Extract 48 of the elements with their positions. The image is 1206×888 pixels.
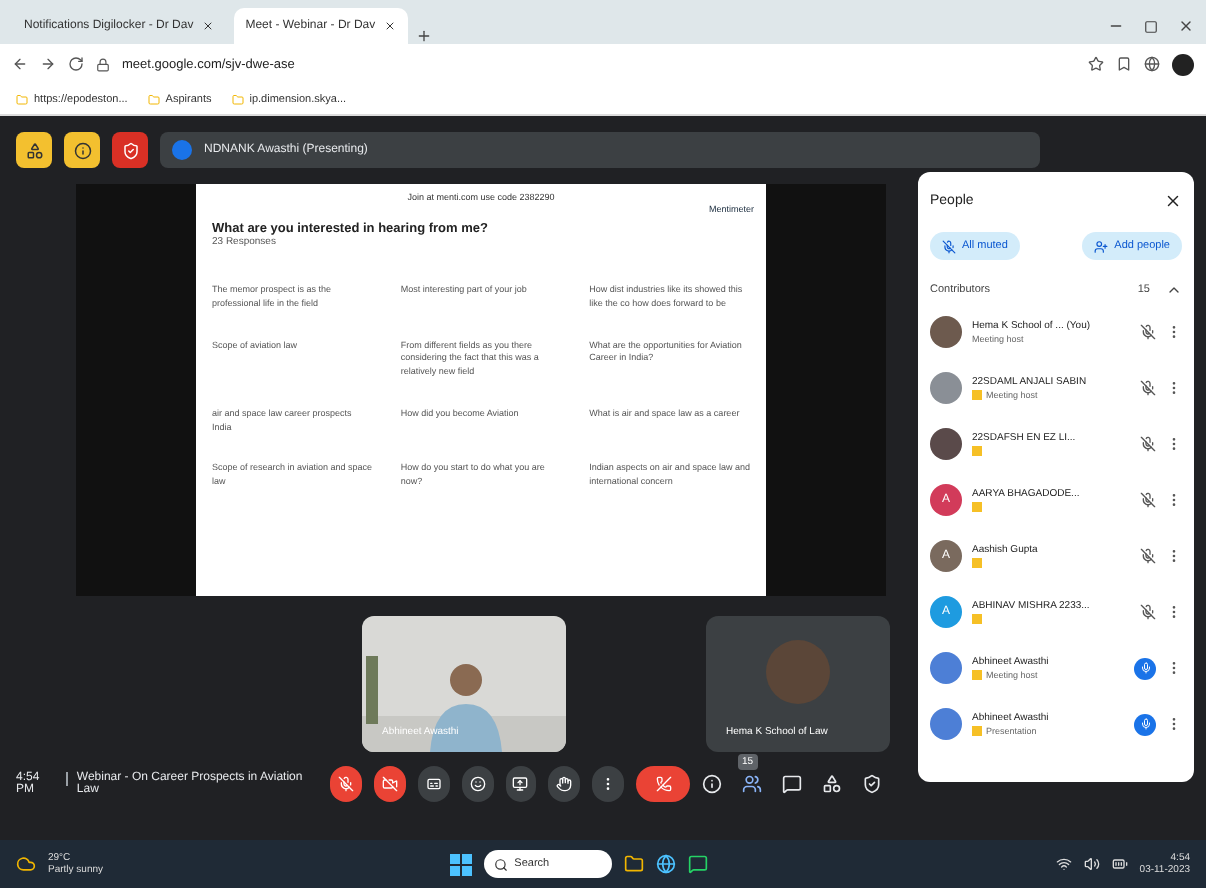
add-person-icon xyxy=(1094,239,1109,253)
browser-icon xyxy=(656,854,677,874)
captions-button[interactable] xyxy=(417,766,450,802)
avatar xyxy=(766,640,830,704)
volume-icon xyxy=(1083,856,1100,872)
close-icon xyxy=(383,20,396,32)
info-icon xyxy=(702,774,722,794)
present-button[interactable] xyxy=(505,766,537,802)
lock-icon xyxy=(96,57,110,71)
hand-icon xyxy=(556,776,573,792)
camera-button[interactable] xyxy=(373,766,406,802)
activities-icon xyxy=(822,774,842,794)
mic-off-icon xyxy=(942,239,956,253)
captions-icon xyxy=(425,776,442,792)
start-icon[interactable] xyxy=(450,853,473,875)
raise-hand-button[interactable] xyxy=(548,766,581,802)
folder-icon xyxy=(231,93,244,105)
search-icon xyxy=(494,857,509,871)
close-icon xyxy=(201,20,214,32)
camera-icon xyxy=(381,776,398,792)
host-controls-icon xyxy=(862,774,882,794)
battery-icon xyxy=(1111,856,1128,872)
present-icon xyxy=(512,776,529,792)
chat-icon xyxy=(782,774,802,794)
forward-icon xyxy=(40,56,56,72)
maximize-icon xyxy=(1144,19,1158,33)
microphone-button[interactable] xyxy=(329,766,362,802)
end-icon xyxy=(655,776,672,792)
leave-call-button[interactable] xyxy=(636,766,690,802)
folder-icon xyxy=(147,93,160,105)
wifi-icon xyxy=(1055,856,1072,872)
close-icon xyxy=(1164,191,1182,209)
folder-icon xyxy=(624,854,645,874)
folder-icon xyxy=(16,93,28,105)
weather-icon xyxy=(16,854,36,874)
back-icon xyxy=(12,56,28,72)
bookmark-icon xyxy=(1116,56,1132,72)
mic-icon xyxy=(337,776,354,792)
people-icon xyxy=(742,774,762,794)
profile-avatar xyxy=(1172,53,1194,75)
reload-icon xyxy=(68,56,84,72)
emoji-icon xyxy=(469,776,486,792)
chat-icon xyxy=(688,854,709,874)
new-tab-icon xyxy=(415,28,432,44)
emoji-button[interactable] xyxy=(461,766,494,802)
close-icon xyxy=(1178,18,1194,34)
star-icon xyxy=(1088,56,1104,72)
collapse-icon xyxy=(1166,282,1182,298)
